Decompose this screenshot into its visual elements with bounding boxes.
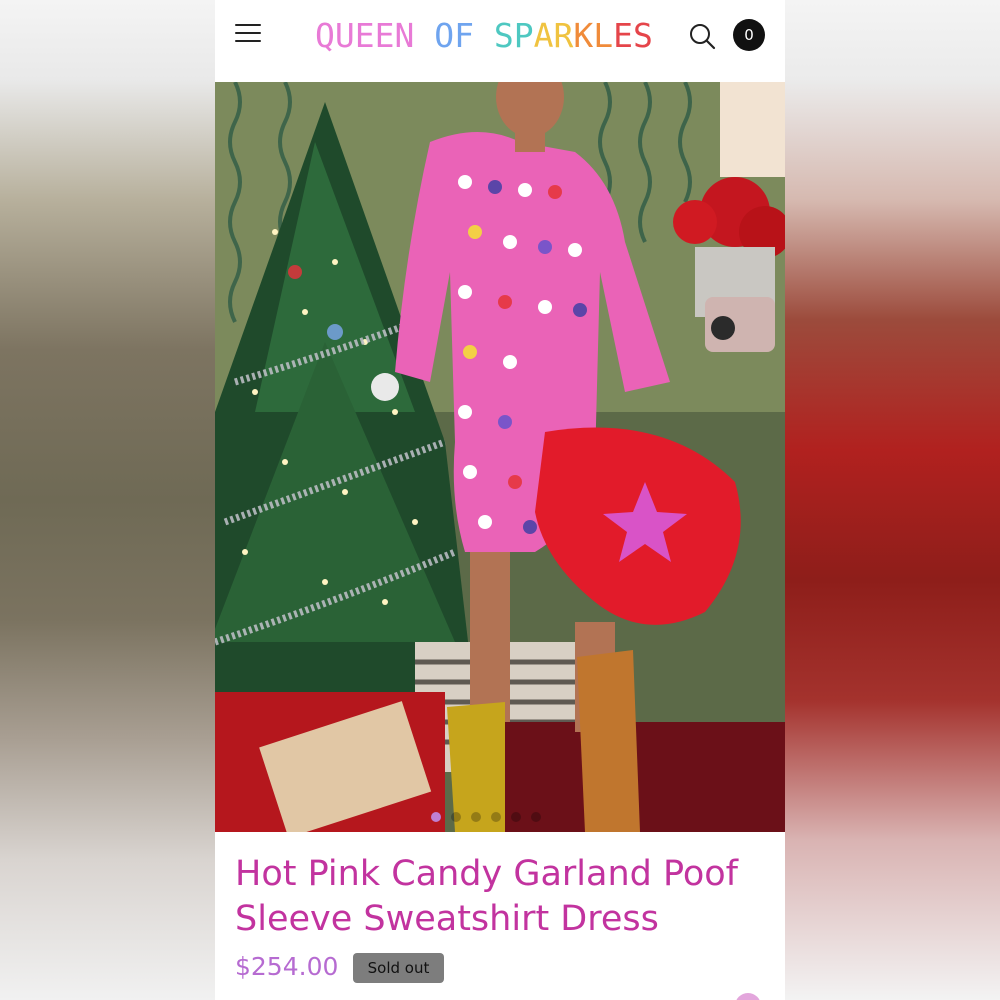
carousel-dot-1[interactable] <box>431 812 441 822</box>
site-logo[interactable]: QUEEN OF SPARKLES <box>315 14 670 58</box>
chat-bubble-icon[interactable] <box>735 993 761 1000</box>
mobile-page: QUEEN OF SPARKLES 0 Hot Pink Candy Garla… <box>215 0 785 1000</box>
logo-part: OF <box>434 16 474 55</box>
product-price: $254.00 <box>235 952 339 981</box>
search-icon[interactable] <box>688 22 716 50</box>
logo-part: ES <box>613 16 653 55</box>
carousel-dot-3[interactable] <box>471 812 481 822</box>
sold-out-badge: Sold out <box>353 953 444 983</box>
carousel-dot-5[interactable] <box>511 812 521 822</box>
product-photo-illustration <box>215 82 785 832</box>
product-image[interactable] <box>215 82 785 832</box>
logo-space <box>414 16 434 55</box>
cart-count-badge[interactable]: 0 <box>733 19 765 51</box>
logo-part: SP <box>493 16 534 55</box>
carousel-dot-2[interactable] <box>451 812 461 822</box>
carousel-dot-4[interactable] <box>491 812 501 822</box>
logo-part: AR <box>533 16 574 55</box>
logo-space <box>474 16 494 55</box>
carousel-dots <box>215 812 785 826</box>
logo-part: QUEEN <box>315 16 415 55</box>
site-header: QUEEN OF SPARKLES 0 <box>215 0 785 82</box>
blurred-background-left <box>0 0 215 1000</box>
product-title: Hot Pink Candy Garland Poof Sleeve Sweat… <box>235 854 739 939</box>
hamburger-menu-icon[interactable] <box>235 24 261 46</box>
carousel-dot-6[interactable] <box>531 812 541 822</box>
logo-part: KL <box>573 16 614 55</box>
blurred-background-right <box>785 0 1000 1000</box>
